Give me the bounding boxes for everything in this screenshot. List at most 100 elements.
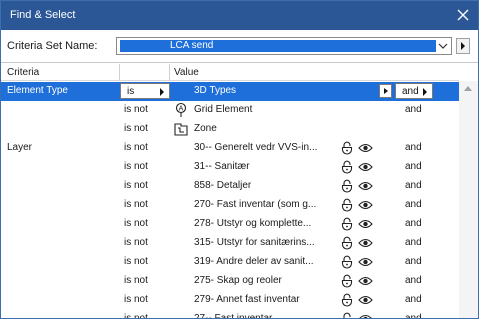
value-cell[interactable]: 858- Detaljer [194,180,251,191]
lock-icon[interactable] [340,217,354,232]
header-divider [169,64,170,80]
eye-icon[interactable] [358,256,373,268]
value-cell[interactable]: 270- Fast inventar (som g... [194,199,316,210]
chevron-down-icon [438,43,448,49]
chevron-right-icon [160,88,164,96]
and-cell[interactable]: and [405,180,422,191]
lock-icon[interactable] [340,236,354,251]
chevron-right-icon [461,42,465,50]
table-row[interactable]: is not 315- Utstyr for sanitærins... and [1,234,459,253]
value-cell[interactable]: 278- Utstyr og komplette... [194,218,311,229]
operator-cell[interactable]: is not [124,218,148,229]
operator-cell[interactable]: is not [124,180,148,191]
and-cell[interactable]: and [405,313,422,318]
table-row[interactable]: Layer is not 30-- Generelt vedr VVS-in... a… [1,139,459,158]
criteria-cell: Layer [7,142,33,153]
table-row[interactable]: is not A Grid Element and [1,101,459,120]
operator-cell[interactable]: is not [124,237,148,248]
table-row[interactable]: is not Zone [1,120,459,139]
and-cell[interactable]: and [405,294,422,305]
value-cell[interactable]: 319- Andre deler av sanit... [194,256,314,267]
table-row[interactable]: is not 319- Andre deler av sanit... and [1,253,459,272]
table-row[interactable]: is not 31-- Sanitær and [1,158,459,177]
value-menu-button[interactable] [379,84,392,98]
and-cell[interactable]: and [405,237,422,248]
operator-cell[interactable]: is not [124,294,148,305]
eye-icon[interactable] [358,218,373,230]
eye-icon[interactable] [358,199,373,211]
vertical-scrollbar[interactable] [459,81,478,318]
value-cell[interactable]: 315- Utstyr for sanitærins... [194,237,315,248]
value-cell[interactable]: 275- Skap og reoler [194,275,282,286]
criteria-set-label: Criteria Set Name: [7,40,98,52]
chevron-right-icon [423,88,427,96]
value-cell[interactable]: 279- Annet fast inventar [194,294,300,305]
header-divider [119,64,120,80]
operator-cell[interactable]: is not [124,142,148,153]
and-cell[interactable]: and [405,275,422,286]
value-cell[interactable]: 31-- Sanitær [194,161,250,172]
lock-icon[interactable] [340,160,354,175]
value-cell[interactable]: Zone [194,123,217,134]
and-cell[interactable]: and [405,218,422,229]
and-cell[interactable]: and [405,161,422,172]
table-row[interactable]: is not 278- Utstyr og komplette... and [1,215,459,234]
dialog-title: Find & Select [10,9,76,21]
close-icon[interactable] [455,7,471,23]
eye-icon[interactable] [358,161,373,173]
header-value: Value [174,67,199,78]
criteria-set-value: LCA send [120,40,436,52]
lock-icon[interactable] [340,179,354,194]
operator-cell[interactable]: is not [124,256,148,267]
lock-icon[interactable] [340,274,354,289]
value-cell[interactable]: 3D Types [194,85,236,96]
title-bar: Find & Select [1,1,478,30]
value-cell[interactable]: Grid Element [194,104,252,115]
criteria-set-dropdown[interactable]: LCA send [116,37,452,55]
lock-icon[interactable] [340,141,354,156]
zone-icon [173,121,189,137]
eye-icon[interactable] [358,313,373,318]
table-row[interactable]: is not 858- Detaljer and [1,177,459,196]
eye-icon[interactable] [358,237,373,249]
and-cell[interactable]: and [405,256,422,267]
eye-icon[interactable] [358,275,373,287]
criteria-set-menu-button[interactable] [456,38,470,54]
and-cell[interactable]: and [405,142,422,153]
table-row[interactable]: is not 275- Skap og reoler and [1,272,459,291]
lock-icon[interactable] [340,198,354,213]
operator-cell[interactable]: is not [124,123,148,134]
and-dropdown[interactable]: and [395,83,433,99]
and-cell[interactable]: and [405,104,422,115]
header-criteria: Criteria [7,67,40,78]
svg-text:A: A [179,106,184,113]
and-value: and [402,86,419,97]
table-row[interactable]: is not 279- Annet fast inventar and [1,291,459,310]
scroll-up-icon[interactable] [464,86,472,91]
value-cell[interactable]: 30-- Generelt vedr VVS-in... [194,142,317,153]
lock-icon[interactable] [340,255,354,270]
eye-icon[interactable] [358,142,373,154]
criteria-cell: Element Type [7,85,68,96]
operator-value: is [127,86,135,97]
lock-icon[interactable] [340,293,354,308]
operator-cell[interactable]: is not [124,104,148,115]
find-select-dialog: Find & Select Criteria Set Name: LCA sen… [0,0,479,319]
operator-cell[interactable]: is not [124,275,148,286]
eye-icon[interactable] [358,180,373,192]
grid-element-icon: A [173,102,189,118]
operator-cell[interactable]: is not [124,161,148,172]
lock-icon[interactable] [340,312,354,318]
criteria-set-row: Criteria Set Name: LCA send [1,30,478,62]
and-cell[interactable]: and [405,199,422,210]
table-row[interactable]: is not 270- Fast inventar (som g... and [1,196,459,215]
operator-cell[interactable]: is not [124,313,148,318]
eye-icon[interactable] [358,294,373,306]
value-cell[interactable]: 27-- Fast inventar [194,313,272,318]
operator-dropdown[interactable]: is [120,83,170,99]
grid-header: Criteria Value [1,63,459,81]
table-row[interactable]: Element Type is 3D Types and [1,82,459,101]
chevron-right-icon [384,88,388,94]
operator-cell[interactable]: is not [124,199,148,210]
table-row[interactable]: is not 27-- Fast inventar and [1,310,459,318]
